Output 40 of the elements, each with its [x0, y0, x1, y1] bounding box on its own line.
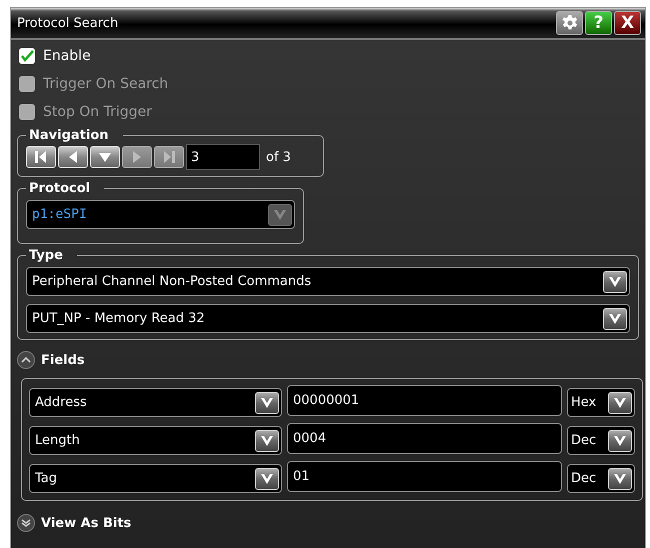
close-button[interactable]: X — [614, 11, 641, 35]
last-icon — [162, 150, 176, 164]
chevron-down-icon — [260, 472, 274, 484]
dropdown-field[interactable]: Length — [29, 426, 282, 455]
chevron-down-icon — [608, 276, 622, 288]
dropdown-field[interactable]: PUT_NP - Memory Read 32 — [26, 304, 630, 333]
chevron-down-icon — [613, 396, 627, 408]
section-toggle[interactable]: Fields — [41, 352, 85, 368]
field-value-input[interactable]: 0004 — [287, 423, 562, 454]
group-label: Protocol — [28, 181, 92, 196]
dropdown-field[interactable]: Dec — [567, 464, 635, 493]
checkbox-label: Stop On Trigger — [43, 104, 152, 120]
checkbox[interactable] — [19, 48, 35, 64]
field-value-input[interactable]: 01 — [287, 461, 562, 492]
checkbox-label: Trigger On Search — [43, 76, 168, 92]
result-count: of 3 — [266, 150, 291, 164]
settings-button[interactable] — [556, 11, 583, 35]
dropdown-field[interactable]: Tag — [29, 464, 282, 493]
chevron-down-icon — [613, 472, 627, 484]
field-value-input[interactable]: 00000001 — [287, 385, 562, 416]
expand-icon[interactable] — [17, 514, 35, 532]
chevron-down-icon — [260, 434, 274, 446]
down-triangle-icon — [98, 150, 112, 164]
first-icon — [34, 150, 48, 164]
chevron-down-icon — [608, 312, 622, 324]
chevron-down-icon — [613, 434, 627, 446]
result-number-field[interactable]: 3 — [186, 144, 260, 170]
settings-icon — [560, 14, 578, 32]
dropdown-field[interactable]: Address — [29, 388, 282, 417]
checkbox-label: Enable — [43, 48, 91, 64]
window-title: Protocol Search — [17, 16, 120, 30]
section-toggle[interactable]: View As Bits — [41, 516, 132, 530]
chevron-down-icon — [273, 208, 287, 220]
chevron-down-icon — [260, 396, 274, 408]
collapse-icon[interactable] — [17, 351, 35, 369]
dropdown-field[interactable]: Peripheral Channel Non-Posted Commands — [26, 267, 630, 296]
dropdown-field[interactable]: Dec — [567, 426, 635, 455]
group-label: Type — [28, 248, 64, 263]
dropdown-field[interactable]: Hex — [567, 388, 635, 417]
group-label: Navigation — [28, 128, 110, 143]
